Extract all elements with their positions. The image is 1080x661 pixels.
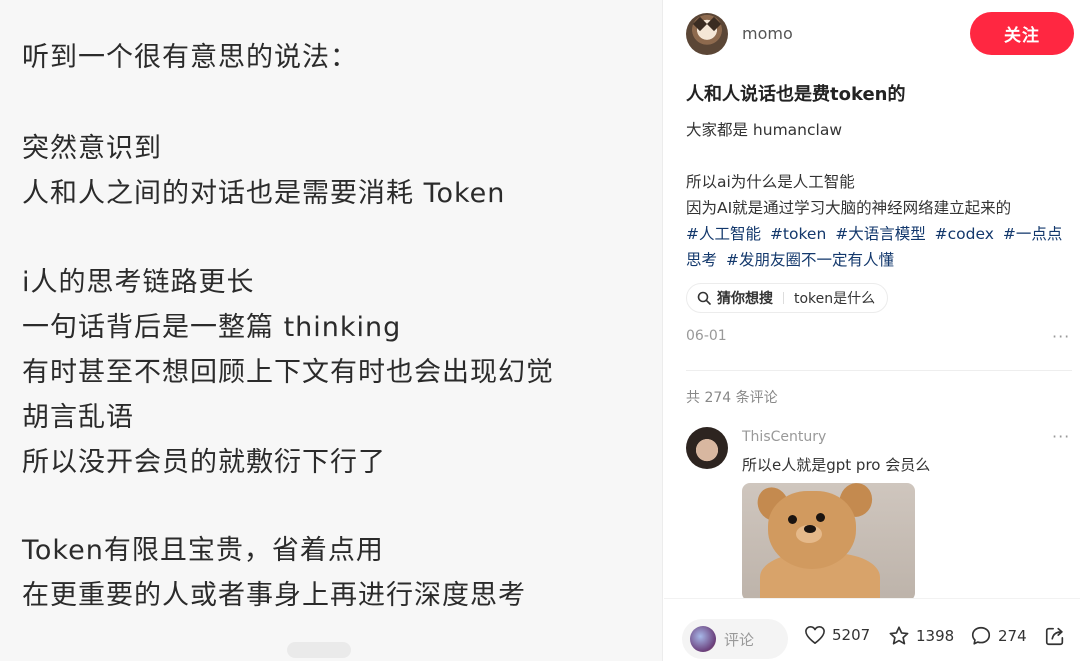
note-line: Token有限且宝贵，省着点用 xyxy=(22,535,384,566)
user-avatar xyxy=(690,626,716,652)
tag-link[interactable]: #codex xyxy=(935,225,994,243)
collect-button[interactable]: 1398 xyxy=(888,625,954,647)
note-line: i人的思考链路更长 xyxy=(22,267,255,298)
author-name[interactable]: momo xyxy=(742,24,793,43)
post-body-line: 所以ai为什么是人工智能 xyxy=(686,173,855,191)
share-icon xyxy=(1045,627,1064,646)
comment-input[interactable]: 评论 xyxy=(682,619,788,659)
comment-count: 共 274 条评论 xyxy=(686,390,778,406)
post-title: 人和人说话也是费token的 xyxy=(686,84,906,105)
action-bar: 评论 5207 1398 274 xyxy=(664,598,1080,661)
comment-button[interactable]: 274 xyxy=(970,625,1027,647)
author-bar: momo 关注 xyxy=(664,0,1080,70)
tags-row: #人工智能 #token #大语言模型 #codex #一点点 xyxy=(686,222,1066,244)
watermark xyxy=(287,642,351,658)
guess-query: token是什么 xyxy=(794,291,876,307)
tag-link[interactable]: #人工智能 xyxy=(686,225,761,243)
share-button[interactable] xyxy=(1044,625,1066,647)
note-line: 突然意识到 xyxy=(22,133,162,164)
commenter-name[interactable]: ThisCentury xyxy=(742,429,826,445)
post-body-line: 大家都是 humanclaw xyxy=(686,121,842,139)
tags-row: 思考 #发朋友圈不一定有人懂 xyxy=(686,248,898,270)
search-icon xyxy=(697,291,711,305)
comment-placeholder: 评论 xyxy=(724,630,755,649)
like-count: 5207 xyxy=(832,626,871,644)
commenter-avatar[interactable] xyxy=(686,427,728,469)
detail-panel: momo 关注 人和人说话也是费token的 大家都是 humanclaw 所以… xyxy=(664,0,1080,661)
comment-icon xyxy=(971,626,991,645)
tag-link[interactable]: 思考 xyxy=(686,251,717,269)
note-line: 有时甚至不想回顾上下文有时也会出现幻觉 xyxy=(22,357,554,388)
tag-link[interactable]: #大语言模型 xyxy=(835,225,926,243)
comment-text: 所以e人就是gpt pro 会员么 xyxy=(742,456,931,474)
follow-button[interactable]: 关注 xyxy=(970,12,1074,55)
note-line: 所以没开会员的就敷衍下行了 xyxy=(22,447,386,478)
note-line: 人和人之间的对话也是需要消耗 Token xyxy=(22,178,506,209)
note-line: 胡言乱语 xyxy=(22,402,134,433)
note-image: 听到一个很有意思的说法： 突然意识到 人和人之间的对话也是需要消耗 Token … xyxy=(0,0,663,661)
comment-count-stat: 274 xyxy=(998,627,1027,645)
post-date: 06-01 xyxy=(686,328,727,344)
more-icon[interactable]: ··· xyxy=(1052,427,1070,446)
chip-divider xyxy=(783,292,784,304)
tag-link[interactable]: #一点点 xyxy=(1003,225,1063,243)
note-line: 在更重要的人或者事身上再进行深度思考 xyxy=(22,580,526,611)
tag-link[interactable]: #token xyxy=(770,225,826,243)
collect-count: 1398 xyxy=(916,627,955,645)
note-line: 听到一个很有意思的说法： xyxy=(22,42,358,73)
author-avatar[interactable] xyxy=(686,13,728,55)
tag-link[interactable]: #发朋友圈不一定有人懂 xyxy=(726,251,894,269)
guess-search-chip[interactable]: 猜你想搜 token是什么 xyxy=(686,283,889,313)
comment-image[interactable] xyxy=(742,483,915,601)
more-icon[interactable]: ··· xyxy=(1052,327,1070,346)
heart-icon xyxy=(805,626,825,644)
post-body-line: 因为AI就是通过学习大脑的神经网络建立起来的 xyxy=(686,199,1012,217)
star-icon xyxy=(889,626,909,645)
guess-label: 猜你想搜 xyxy=(717,291,773,307)
like-button[interactable]: 5207 xyxy=(804,625,870,645)
note-line: 一句话背后是一整篇 thinking xyxy=(22,312,402,343)
divider xyxy=(686,370,1072,371)
